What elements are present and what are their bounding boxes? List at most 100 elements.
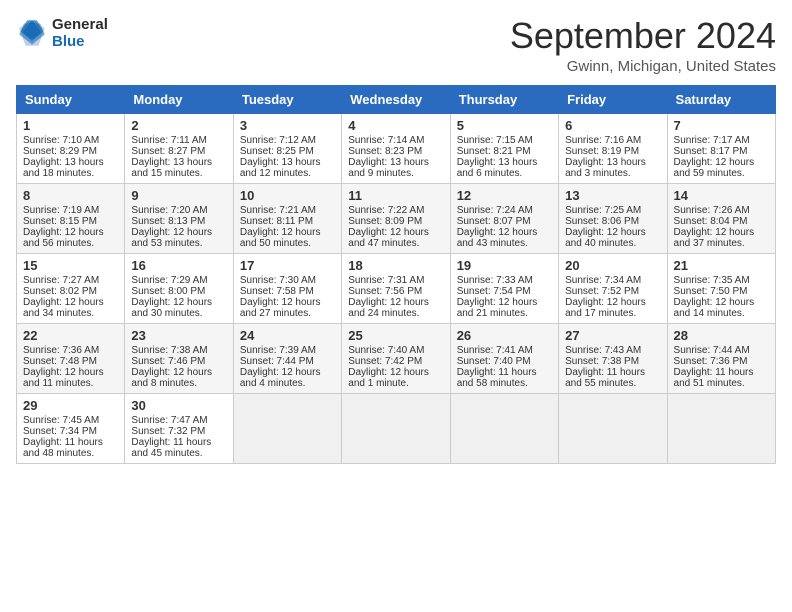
sunset-text: Sunset: 8:23 PM <box>348 146 443 157</box>
sunrise-text: Sunrise: 7:16 AM <box>565 135 660 146</box>
day-number: 6 <box>565 118 660 133</box>
logo-text: General Blue <box>52 16 108 50</box>
sunset-text: Sunset: 7:54 PM <box>457 286 552 297</box>
day-number: 4 <box>348 118 443 133</box>
calendar-cell: 30Sunrise: 7:47 AMSunset: 7:32 PMDayligh… <box>125 393 233 463</box>
day-number: 17 <box>240 258 335 273</box>
sunset-text: Sunset: 7:38 PM <box>565 356 660 367</box>
sunset-text: Sunset: 8:02 PM <box>23 286 118 297</box>
calendar-header-row: SundayMondayTuesdayWednesdayThursdayFrid… <box>17 85 776 113</box>
daylight-text: Daylight: 11 hours and 55 minutes. <box>565 367 660 389</box>
sunset-text: Sunset: 7:52 PM <box>565 286 660 297</box>
calendar-body: 1Sunrise: 7:10 AMSunset: 8:29 PMDaylight… <box>17 113 776 463</box>
sunrise-text: Sunrise: 7:41 AM <box>457 345 552 356</box>
daylight-text: Daylight: 12 hours and 40 minutes. <box>565 227 660 249</box>
sunrise-text: Sunrise: 7:24 AM <box>457 205 552 216</box>
daylight-text: Daylight: 12 hours and 37 minutes. <box>674 227 769 249</box>
day-number: 20 <box>565 258 660 273</box>
page-subtitle: Gwinn, Michigan, United States <box>510 58 776 75</box>
sunset-text: Sunset: 8:17 PM <box>674 146 769 157</box>
sunset-text: Sunset: 7:56 PM <box>348 286 443 297</box>
calendar-header-wednesday: Wednesday <box>342 85 450 113</box>
calendar-cell: 22Sunrise: 7:36 AMSunset: 7:48 PMDayligh… <box>17 323 125 393</box>
calendar-header-tuesday: Tuesday <box>233 85 341 113</box>
daylight-text: Daylight: 12 hours and 34 minutes. <box>23 297 118 319</box>
calendar-cell <box>450 393 558 463</box>
day-number: 2 <box>131 118 226 133</box>
calendar-cell: 12Sunrise: 7:24 AMSunset: 8:07 PMDayligh… <box>450 183 558 253</box>
daylight-text: Daylight: 13 hours and 6 minutes. <box>457 157 552 179</box>
calendar-cell <box>559 393 667 463</box>
sunset-text: Sunset: 8:06 PM <box>565 216 660 227</box>
calendar-cell: 20Sunrise: 7:34 AMSunset: 7:52 PMDayligh… <box>559 253 667 323</box>
sunset-text: Sunset: 7:42 PM <box>348 356 443 367</box>
calendar-table: SundayMondayTuesdayWednesdayThursdayFrid… <box>16 85 776 464</box>
calendar-week-row: 15Sunrise: 7:27 AMSunset: 8:02 PMDayligh… <box>17 253 776 323</box>
sunrise-text: Sunrise: 7:27 AM <box>23 275 118 286</box>
sunset-text: Sunset: 7:32 PM <box>131 426 226 437</box>
daylight-text: Daylight: 12 hours and 4 minutes. <box>240 367 335 389</box>
calendar-header-saturday: Saturday <box>667 85 775 113</box>
calendar-cell: 6Sunrise: 7:16 AMSunset: 8:19 PMDaylight… <box>559 113 667 183</box>
sunset-text: Sunset: 8:27 PM <box>131 146 226 157</box>
sunrise-text: Sunrise: 7:39 AM <box>240 345 335 356</box>
calendar-cell: 24Sunrise: 7:39 AMSunset: 7:44 PMDayligh… <box>233 323 341 393</box>
daylight-text: Daylight: 13 hours and 12 minutes. <box>240 157 335 179</box>
sunset-text: Sunset: 7:36 PM <box>674 356 769 367</box>
sunset-text: Sunset: 8:25 PM <box>240 146 335 157</box>
daylight-text: Daylight: 12 hours and 27 minutes. <box>240 297 335 319</box>
day-number: 9 <box>131 188 226 203</box>
calendar-cell: 8Sunrise: 7:19 AMSunset: 8:15 PMDaylight… <box>17 183 125 253</box>
calendar-cell: 3 Sunrise: 7:12 AMSunset: 8:25 PMDaylight… <box>233 113 341 183</box>
day-number: 22 <box>23 328 118 343</box>
sunrise-text: Sunrise: 7:31 AM <box>348 275 443 286</box>
sunset-text: Sunset: 7:46 PM <box>131 356 226 367</box>
calendar-week-row: 8Sunrise: 7:19 AMSunset: 8:15 PMDaylight… <box>17 183 776 253</box>
sunrise-text: Sunrise: 7:40 AM <box>348 345 443 356</box>
sunrise-text: Sunrise: 7:35 AM <box>674 275 769 286</box>
sunrise-text: Sunrise: 7:12 AM <box>240 135 335 146</box>
sunset-text: Sunset: 8:11 PM <box>240 216 335 227</box>
sunrise-text: Sunrise: 7:30 AM <box>240 275 335 286</box>
daylight-text: Daylight: 11 hours and 58 minutes. <box>457 367 552 389</box>
sunset-text: Sunset: 7:44 PM <box>240 356 335 367</box>
day-number: 30 <box>131 398 226 413</box>
daylight-text: Daylight: 12 hours and 43 minutes. <box>457 227 552 249</box>
calendar-cell: 27Sunrise: 7:43 AMSunset: 7:38 PMDayligh… <box>559 323 667 393</box>
sunset-text: Sunset: 8:00 PM <box>131 286 226 297</box>
title-block: September 2024 Gwinn, Michigan, United S… <box>510 16 776 75</box>
sunrise-text: Sunrise: 7:44 AM <box>674 345 769 356</box>
calendar-header-thursday: Thursday <box>450 85 558 113</box>
calendar-header-friday: Friday <box>559 85 667 113</box>
calendar-cell: 21Sunrise: 7:35 AMSunset: 7:50 PMDayligh… <box>667 253 775 323</box>
sunrise-text: Sunrise: 7:36 AM <box>23 345 118 356</box>
page-header: General Blue September 2024 Gwinn, Michi… <box>16 16 776 75</box>
daylight-text: Daylight: 12 hours and 21 minutes. <box>457 297 552 319</box>
sunrise-text: Sunrise: 7:19 AM <box>23 205 118 216</box>
sunrise-text: Sunrise: 7:26 AM <box>674 205 769 216</box>
sunset-text: Sunset: 7:48 PM <box>23 356 118 367</box>
calendar-header-monday: Monday <box>125 85 233 113</box>
sunset-text: Sunset: 8:29 PM <box>23 146 118 157</box>
calendar-cell: 1Sunrise: 7:10 AMSunset: 8:29 PMDaylight… <box>17 113 125 183</box>
sunrise-text: Sunrise: 7:33 AM <box>457 275 552 286</box>
sunset-text: Sunset: 7:40 PM <box>457 356 552 367</box>
sunset-text: Sunset: 8:04 PM <box>674 216 769 227</box>
sunrise-text: Sunrise: 7:15 AM <box>457 135 552 146</box>
sunrise-text: Sunrise: 7:43 AM <box>565 345 660 356</box>
daylight-text: Daylight: 12 hours and 1 minute. <box>348 367 443 389</box>
sunset-text: Sunset: 8:21 PM <box>457 146 552 157</box>
sunset-text: Sunset: 7:34 PM <box>23 426 118 437</box>
calendar-cell: 17Sunrise: 7:30 AMSunset: 7:58 PMDayligh… <box>233 253 341 323</box>
day-number: 13 <box>565 188 660 203</box>
day-number: 25 <box>348 328 443 343</box>
day-number: 16 <box>131 258 226 273</box>
calendar-cell: 28Sunrise: 7:44 AMSunset: 7:36 PMDayligh… <box>667 323 775 393</box>
calendar-cell: 15Sunrise: 7:27 AMSunset: 8:02 PMDayligh… <box>17 253 125 323</box>
logo: General Blue <box>16 16 108 50</box>
daylight-text: Daylight: 12 hours and 17 minutes. <box>565 297 660 319</box>
day-number: 10 <box>240 188 335 203</box>
calendar-week-row: 29Sunrise: 7:45 AMSunset: 7:34 PMDayligh… <box>17 393 776 463</box>
day-number: 3 <box>240 118 335 133</box>
daylight-text: Daylight: 11 hours and 48 minutes. <box>23 437 118 459</box>
